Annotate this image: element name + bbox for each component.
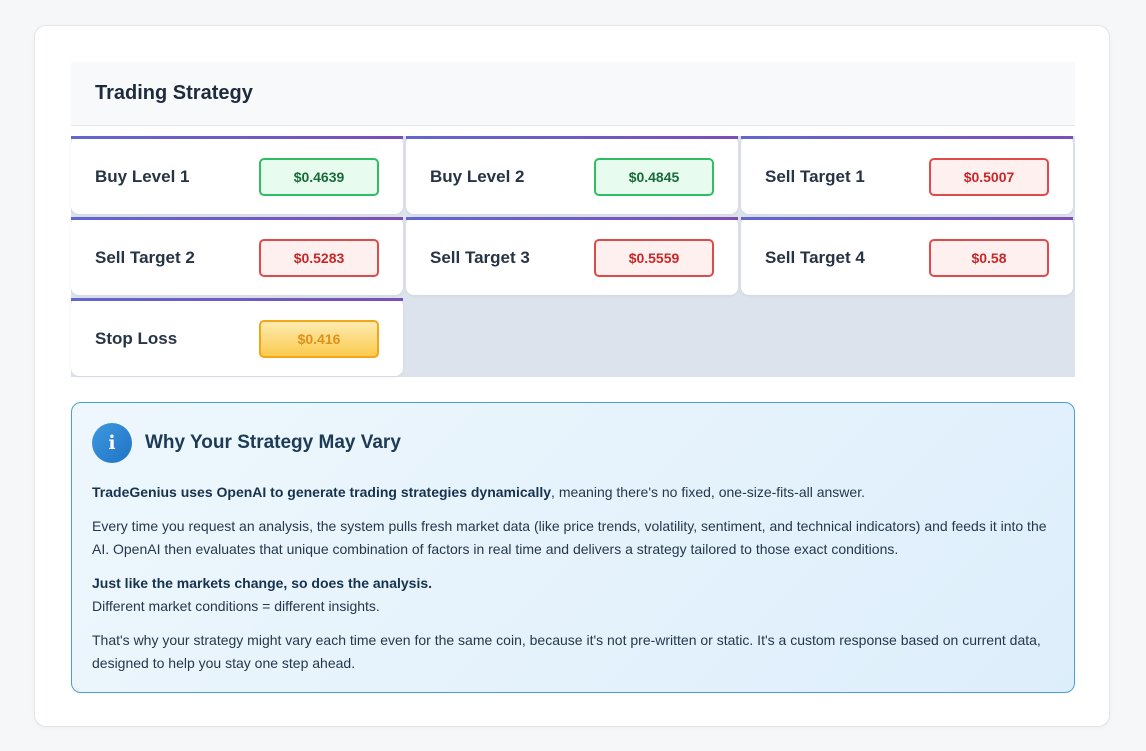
level-card-buy-1: Buy Level 1 $0.4639 — [71, 136, 403, 214]
info-title: Why Your Strategy May Vary — [145, 432, 401, 453]
info-paragraph-4: That's why your strategy might vary each… — [92, 632, 1041, 671]
level-value-badge: $0.58 — [929, 238, 1049, 277]
level-card-sell-2: Sell Target 2 $0.5283 — [71, 217, 403, 295]
level-label: Buy Level 2 — [430, 166, 525, 186]
level-label: Sell Target 1 — [765, 166, 865, 186]
level-label: Buy Level 1 — [95, 166, 190, 186]
levels-grid: Buy Level 1 $0.4639 Buy Level 2 $0.4845 … — [71, 136, 1075, 377]
trading-strategy-card: Trading Strategy Buy Level 1 $0.4639 Buy… — [34, 25, 1110, 727]
level-value-badge: $0.5007 — [929, 157, 1049, 196]
page-title: Trading Strategy — [95, 82, 253, 104]
level-label: Sell Target 2 — [95, 247, 195, 267]
level-card-buy-2: Buy Level 2 $0.4845 — [406, 136, 738, 214]
info-paragraph-3: Just like the markets change, so does th… — [92, 572, 1054, 618]
info-paragraph-2: Every time you request an analysis, the … — [92, 518, 1047, 557]
level-value-badge: $0.4845 — [594, 157, 714, 196]
level-value-badge: $0.416 — [259, 319, 379, 358]
level-label: Stop Loss — [95, 328, 178, 348]
level-value-badge: $0.5559 — [594, 238, 714, 277]
info-bold-text: TradeGenius uses OpenAI to generate trad… — [92, 484, 552, 500]
info-paragraph-1: TradeGenius uses OpenAI to generate trad… — [92, 481, 1054, 504]
level-value-badge: $0.4639 — [259, 157, 379, 196]
level-label: Sell Target 4 — [765, 247, 865, 267]
info-text: , meaning there's no fixed, one-size-fit… — [551, 484, 865, 500]
info-bold-text: Just like the markets change, so does th… — [92, 575, 433, 591]
strategy-info-panel: i Why Your Strategy May Vary TradeGenius… — [71, 402, 1075, 693]
level-value-badge: $0.5283 — [259, 238, 379, 277]
level-label: Sell Target 3 — [430, 247, 530, 267]
level-card-sell-4: Sell Target 4 $0.58 — [741, 217, 1073, 295]
info-icon: i — [92, 423, 132, 463]
info-text: Different market conditions = different … — [92, 598, 380, 614]
level-card-stop-loss: Stop Loss $0.416 — [71, 298, 403, 376]
level-card-sell-1: Sell Target 1 $0.5007 — [741, 136, 1073, 214]
level-card-sell-3: Sell Target 3 $0.5559 — [406, 217, 738, 295]
info-header: i Why Your Strategy May Vary — [92, 423, 1054, 463]
section-header: Trading Strategy — [71, 62, 1075, 126]
